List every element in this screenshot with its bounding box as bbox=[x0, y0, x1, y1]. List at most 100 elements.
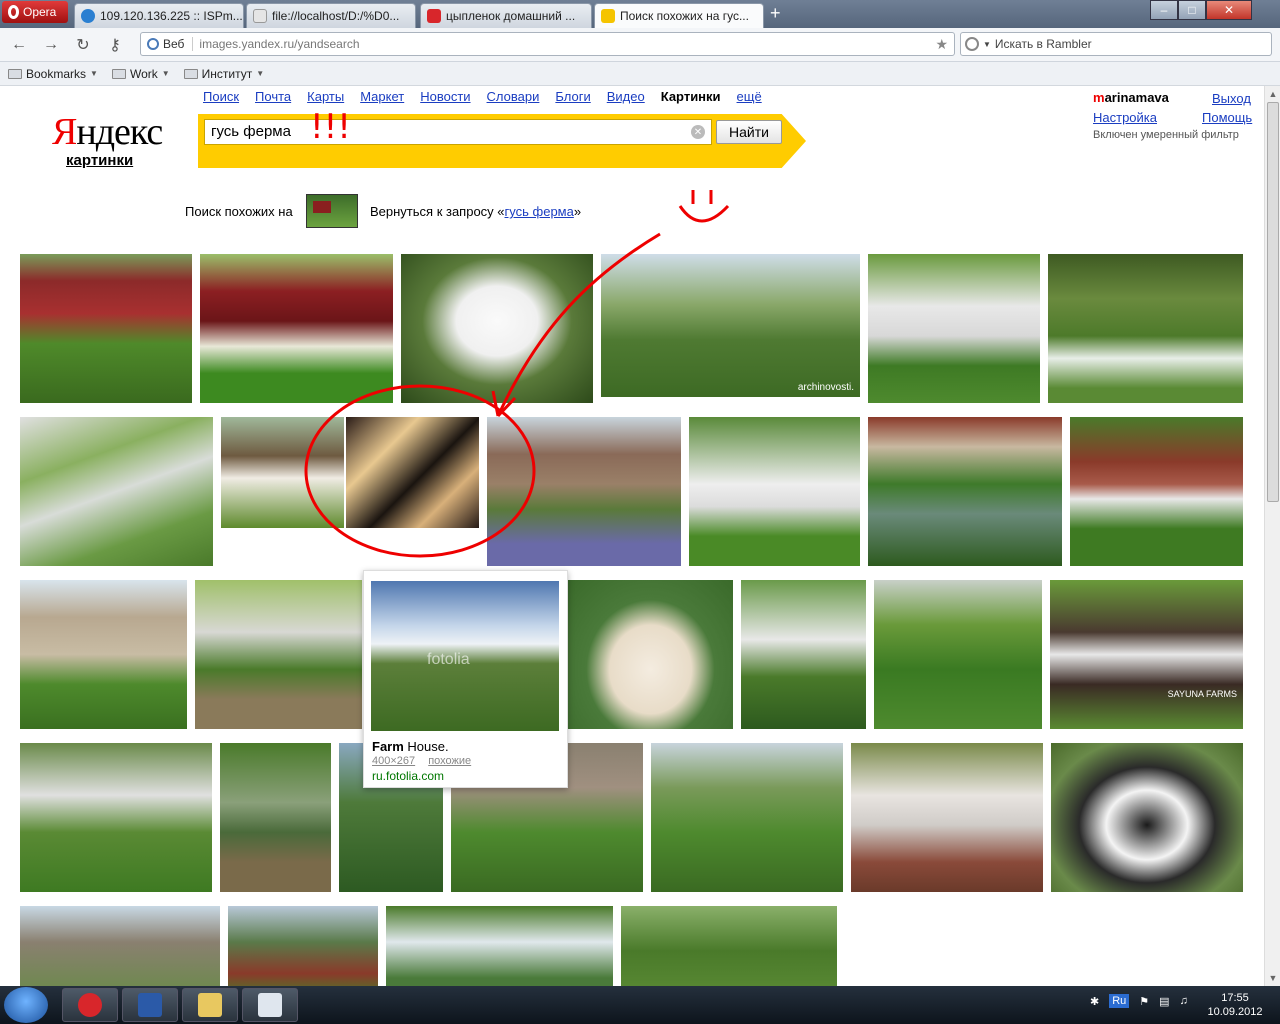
flag-icon[interactable]: ⚑ bbox=[1139, 995, 1149, 1008]
result-image[interactable] bbox=[621, 906, 837, 986]
result-image[interactable] bbox=[20, 906, 220, 986]
result-image[interactable] bbox=[20, 417, 213, 566]
taskbar-notepad[interactable] bbox=[242, 988, 298, 1022]
result-image[interactable] bbox=[1048, 254, 1243, 403]
bluetooth-icon[interactable]: ✱ bbox=[1090, 995, 1099, 1008]
tab-similar-search[interactable]: Поиск похожих на гус... bbox=[594, 3, 764, 28]
result-image[interactable] bbox=[221, 417, 344, 528]
start-button[interactable] bbox=[4, 987, 48, 1023]
image-preview-popup[interactable]: fotolia Farm House. 400×267 похожие ru.f… bbox=[363, 570, 568, 788]
bookmark-folder-work[interactable]: Work ▼ bbox=[111, 67, 170, 81]
logout-link[interactable]: Выход bbox=[1212, 91, 1251, 106]
preview-title: Farm House. bbox=[372, 739, 449, 754]
folder-icon bbox=[111, 68, 126, 79]
find-button[interactable]: Найти bbox=[716, 120, 782, 144]
nav-search[interactable]: Поиск bbox=[203, 89, 239, 104]
chevron-down-icon[interactable]: ▼ bbox=[983, 40, 991, 49]
url-text[interactable]: images.yandex.ru/yandsearch bbox=[193, 37, 359, 51]
result-image[interactable] bbox=[200, 254, 393, 403]
nav-news[interactable]: Новости bbox=[420, 89, 470, 104]
address-bar[interactable]: Веб images.yandex.ru/yandsearch ★ bbox=[140, 32, 955, 56]
nav-more[interactable]: ещё bbox=[737, 89, 762, 104]
result-image[interactable] bbox=[20, 743, 212, 892]
help-link[interactable]: Помощь bbox=[1202, 110, 1252, 125]
taskbar-word[interactable] bbox=[122, 988, 178, 1022]
result-image[interactable] bbox=[228, 906, 378, 986]
taskbar-clock[interactable]: 17:55 10.09.2012 bbox=[1200, 991, 1270, 1019]
yandex-logo[interactable]: Яндекс bbox=[52, 110, 163, 154]
back-icon[interactable]: ← bbox=[10, 36, 28, 54]
clear-input-icon[interactable]: ✕ bbox=[691, 125, 705, 139]
images-section-link[interactable]: картинки bbox=[66, 152, 133, 169]
result-image[interactable] bbox=[346, 417, 479, 528]
taskbar-explorer[interactable] bbox=[182, 988, 238, 1022]
result-image[interactable] bbox=[868, 254, 1040, 403]
language-indicator[interactable]: Ru bbox=[1109, 994, 1130, 1008]
nav-blogs[interactable]: Блоги bbox=[555, 89, 590, 104]
scroll-down-icon[interactable]: ▼ bbox=[1265, 970, 1280, 986]
nav-video[interactable]: Видео bbox=[607, 89, 645, 104]
tab-ispmanager[interactable]: 109.120.136.225 :: ISPm... bbox=[74, 3, 244, 28]
tab-chicken-search[interactable]: цыпленок домашний ... bbox=[420, 3, 592, 28]
volume-icon[interactable]: ♫ bbox=[1180, 995, 1188, 1007]
reload-icon[interactable]: ↻ bbox=[74, 36, 92, 54]
web-mode-badge[interactable]: Веб bbox=[141, 37, 194, 51]
key-icon[interactable]: ⚷ bbox=[106, 36, 124, 54]
preview-meta: 400×267 похожие bbox=[372, 755, 481, 767]
nav-mail[interactable]: Почта bbox=[255, 89, 291, 104]
nav-dictionaries[interactable]: Словари bbox=[487, 89, 540, 104]
preview-image[interactable]: fotolia bbox=[371, 581, 559, 731]
result-image[interactable] bbox=[568, 580, 733, 729]
bookmarks-menu[interactable]: Bookmarks ▼ bbox=[8, 67, 98, 81]
close-window-icon[interactable]: ✕ bbox=[1206, 0, 1252, 20]
network-icon[interactable]: ▤ bbox=[1159, 995, 1169, 1008]
similar-images-link[interactable]: похожие bbox=[428, 755, 471, 767]
result-image[interactable] bbox=[220, 743, 331, 892]
result-image[interactable] bbox=[1070, 417, 1243, 566]
image-size-link[interactable]: 400×267 bbox=[372, 755, 415, 767]
result-image[interactable] bbox=[651, 743, 843, 892]
tab-favicon-icon bbox=[81, 9, 95, 23]
result-image[interactable] bbox=[874, 580, 1042, 729]
result-image[interactable] bbox=[487, 417, 681, 566]
chevron-down-icon: ▼ bbox=[161, 69, 170, 78]
result-image[interactable] bbox=[689, 417, 860, 566]
bookmark-folder-institute[interactable]: Институт ▼ bbox=[183, 67, 264, 81]
result-image[interactable] bbox=[851, 743, 1043, 892]
scroll-thumb[interactable] bbox=[1267, 102, 1279, 502]
folder-icon bbox=[8, 68, 22, 79]
source-image-thumbnail[interactable] bbox=[306, 194, 358, 228]
result-image[interactable] bbox=[20, 580, 187, 729]
result-image[interactable] bbox=[386, 906, 613, 986]
result-image[interactable]: archinovosti. bbox=[601, 254, 860, 397]
search-engine-icon[interactable] bbox=[965, 37, 979, 51]
back-query-link[interactable]: гусь ферма bbox=[505, 204, 574, 219]
taskbar-opera[interactable] bbox=[62, 988, 118, 1022]
page-scrollbar[interactable]: ▲ ▼ bbox=[1264, 86, 1280, 986]
opera-menu-button[interactable]: Opera bbox=[2, 1, 68, 23]
nav-market[interactable]: Маркет bbox=[360, 89, 404, 104]
bookmarks-bar: Bookmarks ▼ Work ▼ Институт ▼ bbox=[0, 62, 1280, 86]
scroll-up-icon[interactable]: ▲ bbox=[1265, 86, 1280, 102]
result-image[interactable] bbox=[401, 254, 593, 403]
result-image[interactable] bbox=[868, 417, 1062, 566]
word-icon bbox=[138, 993, 162, 1017]
result-image[interactable] bbox=[195, 580, 362, 729]
settings-link[interactable]: Настройка bbox=[1093, 110, 1157, 125]
search-input[interactable]: гусь ферма ✕ bbox=[204, 119, 712, 145]
new-tab-button[interactable]: + bbox=[770, 3, 781, 24]
minimize-icon[interactable]: – bbox=[1150, 0, 1178, 20]
bookmark-star-icon[interactable]: ★ bbox=[935, 36, 948, 53]
rambler-search-box[interactable]: ▼ Искать в Rambler bbox=[960, 32, 1272, 56]
result-image[interactable]: SAYUNA FARMS bbox=[1050, 580, 1243, 729]
forward-icon[interactable]: → bbox=[42, 36, 60, 54]
result-image[interactable] bbox=[20, 254, 192, 403]
folder-icon bbox=[183, 68, 198, 79]
result-image[interactable] bbox=[741, 580, 866, 729]
nav-maps[interactable]: Карты bbox=[307, 89, 344, 104]
maximize-icon[interactable]: □ bbox=[1178, 0, 1206, 20]
username[interactable]: marinamava bbox=[1093, 90, 1169, 105]
tab-local-file[interactable]: file://localhost/D:/%D0... bbox=[246, 3, 416, 28]
result-image[interactable] bbox=[1051, 743, 1243, 892]
preview-host-link[interactable]: ru.fotolia.com bbox=[372, 769, 444, 783]
